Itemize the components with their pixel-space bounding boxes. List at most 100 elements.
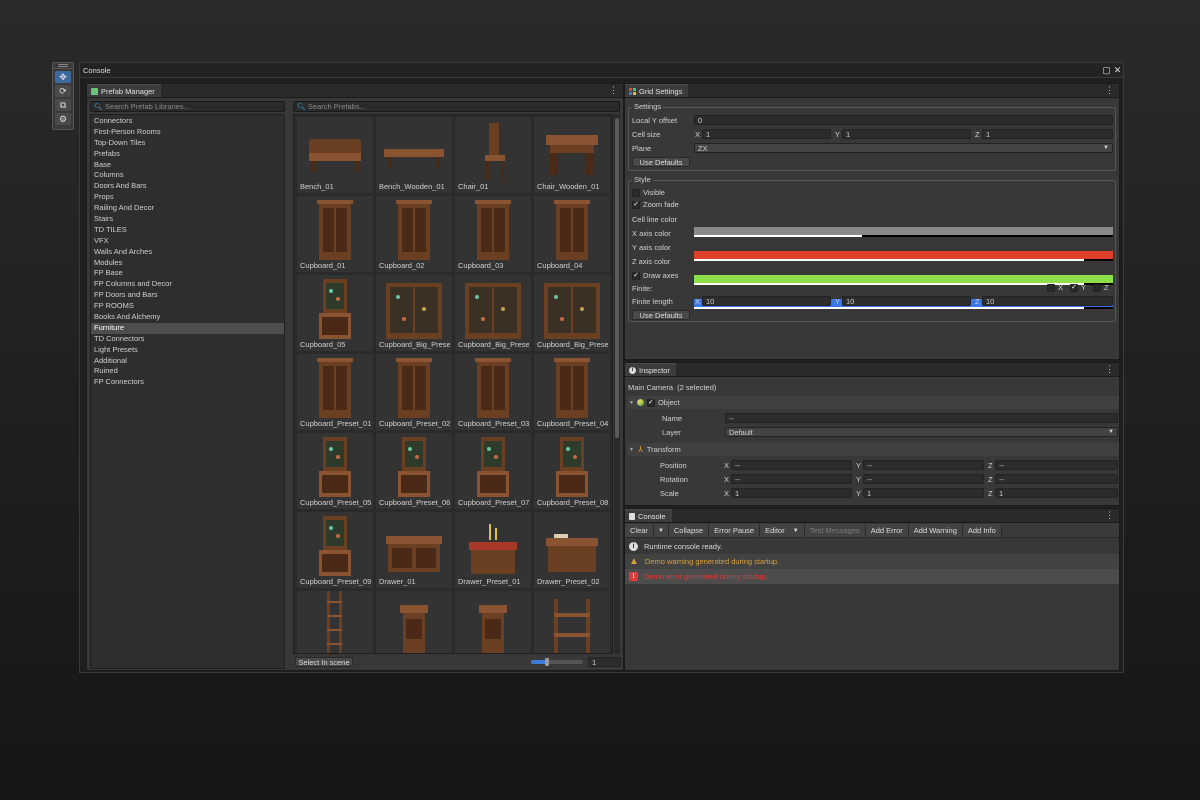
prefab-thumbnail[interactable]: Cupboard_02 [376, 196, 452, 272]
finite-x-checkbox[interactable] [1047, 283, 1055, 292]
draw-axes-toggle[interactable]: ✓ Draw axes [632, 271, 678, 280]
zoom-value-field[interactable]: 1 [588, 657, 621, 667]
tab-inspector[interactable]: i Inspector [625, 363, 676, 376]
visible-checkbox[interactable] [632, 188, 640, 197]
kebab-menu-icon[interactable]: ⋮ [609, 85, 618, 96]
editor-button[interactable]: Editor ▼ [760, 524, 805, 537]
library-item[interactable]: FP Base [91, 268, 284, 279]
cell-size-x-field[interactable]: 1 [702, 129, 831, 139]
library-item[interactable]: Doors And Bars [91, 181, 284, 192]
scale-z-field[interactable]: 1 [995, 488, 1118, 498]
console-log-entry[interactable]: i Runtime console ready. [625, 539, 1119, 554]
prefab-thumbnail[interactable]: Cupboard_Preset_02 [376, 354, 452, 430]
prefab-thumbnail[interactable]: Cupboard_Preset_05 [297, 433, 373, 509]
tab-console[interactable]: Console [625, 509, 672, 522]
local-y-offset-field[interactable]: 0 [694, 115, 1113, 125]
zoom-fade-toggle[interactable]: ✓ Zoom fade [632, 200, 679, 209]
library-item[interactable]: Columns [91, 170, 284, 181]
prefab-search-input[interactable] [307, 102, 468, 111]
rotation-z-field[interactable]: -- [995, 474, 1118, 484]
prefab-thumbnail[interactable]: Chair_01 [455, 117, 531, 193]
add-error-button[interactable]: Add Error [865, 524, 909, 537]
cell-size-y-field[interactable]: 1 [842, 129, 971, 139]
library-item[interactable]: TD Connectors [91, 334, 284, 345]
scale-y-field[interactable]: 1 [863, 488, 984, 498]
library-item[interactable]: Furniture [91, 322, 284, 334]
position-x-field[interactable]: -- [731, 460, 852, 470]
cell-line-color-swatch[interactable] [694, 227, 1113, 237]
library-item[interactable]: Stairs [91, 214, 284, 225]
test-messages-button[interactable]: Test Messages [804, 524, 866, 537]
prefab-thumbnail[interactable]: Drawer_Preset_02 [534, 512, 610, 588]
library-item[interactable]: Ruined [91, 366, 284, 377]
library-item[interactable]: Books And Alchemy [91, 312, 284, 323]
transform-section-header[interactable]: ▼ ⅄ Transform [627, 443, 1119, 456]
add-warning-button[interactable]: Add Warning [908, 524, 963, 537]
visible-toggle[interactable]: Visible [632, 188, 665, 197]
clear-button[interactable]: Clear [625, 524, 654, 537]
collapse-button[interactable]: Collapse [668, 524, 710, 537]
settings-tool-icon[interactable]: ⚙ [55, 113, 71, 125]
prefab-thumbnail[interactable]: Cupboard_05 [297, 275, 373, 351]
style-use-defaults-button[interactable]: Use Defaults [632, 310, 690, 320]
prefab-thumbnail[interactable]: Cupboard_Big_Preset_ [455, 275, 531, 351]
tab-prefab-manager[interactable]: Prefab Manager [87, 84, 161, 97]
prefab-thumbnail[interactable]: Cupboard_Preset_07 [455, 433, 531, 509]
layer-dropdown[interactable]: Default ▼ [725, 427, 1118, 437]
plane-dropdown[interactable]: ZX ▼ [694, 143, 1113, 153]
prefab-thumbnail[interactable]: Cupboard_01 [297, 196, 373, 272]
move-tool-icon[interactable]: ✥ [55, 71, 71, 83]
prefab-thumbnail[interactable]: Cupboard_Preset_01 [297, 354, 373, 430]
use-defaults-button[interactable]: Use Defaults [632, 157, 690, 167]
scale-x-field[interactable]: 1 [731, 488, 852, 498]
error-pause-button[interactable]: Error Pause [709, 524, 761, 537]
grid-scrollbar-thumb[interactable] [615, 118, 619, 438]
finite-length-x-field[interactable]: 10 [702, 296, 831, 306]
library-item[interactable]: FP Doors and Bars [91, 290, 284, 301]
prefab-thumbnail[interactable] [376, 591, 452, 653]
library-item[interactable]: Walls And Arches [91, 247, 284, 258]
prefab-thumbnail[interactable]: Chair_Wooden_01 [534, 117, 610, 193]
zoom-slider[interactable] [531, 658, 583, 666]
finite-z-checkbox[interactable] [1093, 283, 1102, 292]
zoom-fade-checkbox[interactable]: ✓ [632, 200, 640, 209]
finite-length-z-field[interactable]: 10 [982, 296, 1113, 306]
prefab-thumbnail[interactable]: Drawer_01 [376, 512, 452, 588]
select-in-scene-button[interactable]: Select In scene [295, 657, 353, 667]
prefab-search[interactable]: 🔍︎ [293, 101, 620, 112]
maximize-icon[interactable]: ▢ [1101, 65, 1112, 76]
x-axis-color-swatch[interactable] [694, 251, 1113, 261]
prefab-thumbnail[interactable]: Cupboard_Preset_06 [376, 433, 452, 509]
console-log-entry[interactable]: ▲ Demo warning generated during startup. [625, 554, 1119, 569]
rotate-tool-icon[interactable]: ⟳ [55, 85, 71, 97]
foldout-arrow-icon[interactable]: ▼ [629, 447, 634, 453]
position-z-field[interactable]: -- [995, 460, 1118, 470]
tab-grid-settings[interactable]: Grid Settings [625, 84, 689, 97]
prefab-thumbnail[interactable]: Bench_Wooden_01 [376, 117, 452, 193]
rotation-y-field[interactable]: -- [863, 474, 984, 484]
library-item[interactable]: Modules [91, 258, 284, 269]
prefab-thumbnail[interactable]: Cupboard_Preset_03 [455, 354, 531, 430]
prefab-thumbnail[interactable] [455, 591, 531, 653]
kebab-menu-icon[interactable]: ⋮ [1105, 364, 1114, 375]
prefab-thumbnail[interactable]: Cupboard_04 [534, 196, 610, 272]
prefab-thumbnail[interactable] [297, 591, 373, 653]
object-enabled-checkbox[interactable]: ✓ [646, 398, 655, 407]
prefab-thumbnail[interactable]: Cupboard_Preset_04 [534, 354, 610, 430]
library-search-input[interactable] [104, 102, 265, 111]
console-log-entry[interactable]: ! Demo error generated during startup. [625, 569, 1119, 584]
library-search[interactable]: 🔍︎ [90, 101, 285, 112]
library-item[interactable]: Light Presets [91, 345, 284, 356]
library-item[interactable]: Prefabs [91, 149, 284, 160]
prefab-thumbnail[interactable]: Cupboard_Preset_08 [534, 433, 610, 509]
position-y-field[interactable]: -- [863, 460, 984, 470]
cell-size-z-field[interactable]: 1 [982, 129, 1113, 139]
palette-grip[interactable] [53, 63, 73, 69]
prefab-thumbnail[interactable]: Cupboard_Big_Preset_ [534, 275, 610, 351]
finite-length-y-field[interactable]: 10 [842, 296, 971, 306]
grid-scrollbar[interactable] [614, 114, 620, 654]
library-item[interactable]: FP Connectors [91, 377, 284, 388]
kebab-menu-icon[interactable]: ⋮ [1105, 510, 1114, 521]
rotation-x-field[interactable]: -- [731, 474, 852, 484]
name-field[interactable]: -- [725, 413, 1118, 423]
